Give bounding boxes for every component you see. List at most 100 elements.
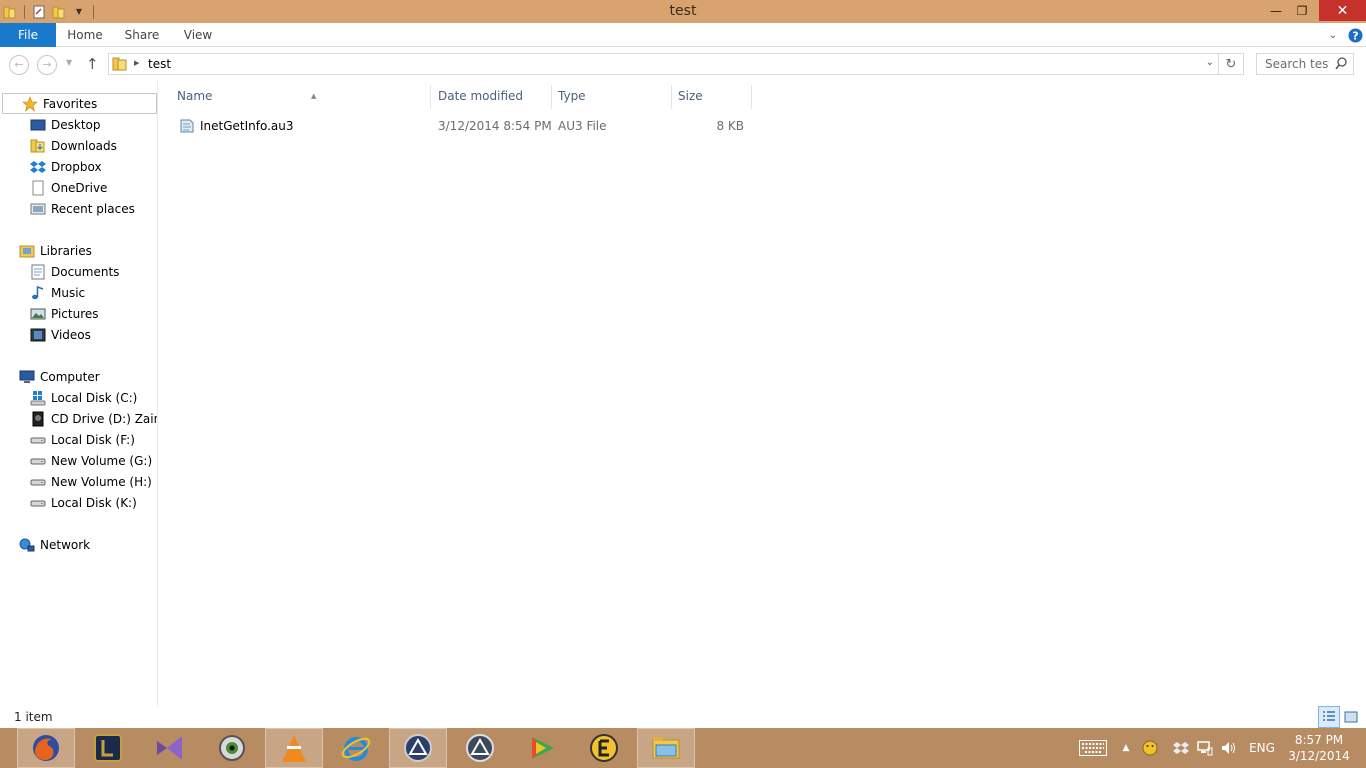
nav-cd-drive-d[interactable]: CD Drive (D:) Zain Bi (0, 408, 157, 429)
large-icons-view-button[interactable] (1340, 706, 1362, 728)
cd-drive-icon (30, 411, 46, 427)
close-button[interactable]: ✕ (1319, 0, 1366, 21)
address-dropdown-chevron-icon[interactable]: ⌄ (1206, 57, 1214, 68)
file-size: 8 KB (716, 119, 744, 133)
taskbar-file-explorer[interactable] (637, 728, 695, 768)
tray-app-button[interactable] (1140, 728, 1160, 768)
nav-dropbox[interactable]: Dropbox (0, 156, 157, 177)
tab-view[interactable]: View (176, 23, 220, 47)
nav-onedrive[interactable]: OneDrive (0, 177, 157, 198)
tab-home[interactable]: Home (60, 23, 110, 47)
taskbar-vlc[interactable] (265, 728, 323, 768)
expand-ribbon-chevron-icon[interactable]: ⌄ (1322, 30, 1344, 41)
nav-local-disk-k[interactable]: Local Disk (K:) (0, 492, 157, 513)
nav-favorites[interactable]: Favorites (2, 93, 157, 114)
breadcrumb-separator-icon[interactable]: ▶ (134, 59, 139, 67)
tab-file[interactable]: File (0, 23, 56, 47)
nav-desktop-label: Desktop (51, 117, 101, 132)
nav-onedrive-label: OneDrive (51, 180, 108, 195)
status-bar: 1 item (0, 706, 1366, 728)
touch-keyboard-button[interactable] (1076, 728, 1110, 768)
column-header-type[interactable]: Type (552, 85, 672, 109)
forward-button[interactable]: → (37, 55, 57, 75)
nav-downloads-label: Downloads (51, 138, 117, 153)
minimize-button[interactable]: — (1263, 0, 1289, 21)
nav-documents[interactable]: Documents (0, 261, 157, 282)
nav-desktop[interactable]: Desktop (0, 114, 157, 135)
taskbar-eye-app[interactable] (203, 728, 261, 768)
column-header-name[interactable]: Name ▲ (171, 85, 431, 109)
address-row: ← → ▼ ↑ ▶ test ⌄ ↻ (0, 47, 1366, 81)
videos-icon (30, 327, 46, 343)
taskbar-visual-studio[interactable] (141, 728, 199, 768)
nav-pictures-label: Pictures (51, 306, 99, 321)
taskbar-app-circle-1[interactable] (389, 728, 447, 768)
window-title: test (669, 3, 697, 19)
star-icon (22, 95, 38, 112)
nav-favorites-label: Favorites (43, 96, 98, 111)
system-drive-icon (30, 390, 46, 406)
taskbar-editor[interactable] (575, 728, 633, 768)
music-icon (30, 285, 46, 301)
nav-network[interactable]: Network (0, 534, 157, 555)
tab-share[interactable]: Share (118, 23, 166, 47)
nav-videos[interactable]: Videos (0, 324, 157, 345)
nav-music[interactable]: Music (0, 282, 157, 303)
computer-icon (19, 369, 35, 385)
dropbox-icon (30, 159, 46, 175)
restore-button[interactable]: ❐ (1289, 0, 1315, 21)
tray-dropbox-button[interactable] (1170, 728, 1192, 768)
nav-new-volume-h[interactable]: New Volume (H:) (0, 471, 157, 492)
tray-volume-button[interactable] (1219, 728, 1239, 768)
nav-pictures[interactable]: Pictures (0, 303, 157, 324)
nav-music-label: Music (51, 285, 86, 300)
media-play-icon (532, 737, 554, 759)
help-icon[interactable]: ? (1344, 28, 1366, 43)
file-type: AU3 File (558, 119, 607, 133)
sort-ascending-icon: ▲ (311, 92, 317, 100)
visual-studio-icon (157, 736, 182, 760)
tray-network-button[interactable] (1195, 728, 1215, 768)
drive-icon (30, 474, 46, 490)
app-triangle-icon (404, 734, 432, 762)
show-hidden-icons-button[interactable]: ▲ (1118, 728, 1134, 768)
nav-local-disk-c[interactable]: Local Disk (C:) (0, 387, 157, 408)
details-view-button[interactable] (1318, 706, 1340, 728)
address-bar[interactable]: ▶ test ⌄ (108, 53, 1219, 75)
nav-cd-drive-d-label: CD Drive (D:) Zain Bi (51, 411, 157, 426)
nav-recent-places[interactable]: Recent places (0, 198, 157, 219)
recent-places-icon (30, 201, 46, 217)
nav-computer[interactable]: Computer (0, 366, 157, 387)
file-explorer-icon (652, 737, 680, 759)
file-row[interactable]: InetGetInfo.au3 3/12/2014 8:54 PM AU3 Fi… (174, 115, 752, 137)
nav-new-volume-g-label: New Volume (G:) (51, 453, 153, 468)
taskbar-firefox[interactable] (17, 728, 75, 768)
refresh-button[interactable]: ↻ (1219, 53, 1244, 75)
taskbar-media-player[interactable] (513, 728, 571, 768)
file-list: Name ▲ Date modified Type Size InetGetIn… (158, 81, 1366, 706)
column-header-size[interactable]: Size (672, 85, 752, 109)
editor-e-icon (590, 734, 618, 762)
taskbar-league-of-legends[interactable] (79, 728, 137, 768)
folder-icon (112, 56, 128, 75)
file-date-modified: 3/12/2014 8:54 PM (438, 119, 552, 133)
clock[interactable]: 8:57 PM 3/12/2014 (1284, 732, 1354, 764)
nav-libraries[interactable]: Libraries (0, 240, 157, 261)
breadcrumb-test[interactable]: test (148, 57, 171, 71)
nav-new-volume-g[interactable]: New Volume (G:) (0, 450, 157, 471)
title-bar: ▼ test — ❐ ✕ (0, 0, 1366, 23)
column-header-date-modified[interactable]: Date modified (432, 85, 552, 109)
nav-downloads[interactable]: Downloads (0, 135, 157, 156)
nav-local-disk-f[interactable]: Local Disk (F:) (0, 429, 157, 450)
taskbar-internet-explorer[interactable] (327, 728, 385, 768)
up-arrow-icon[interactable]: ↑ (86, 55, 99, 73)
back-button[interactable]: ← (9, 55, 29, 75)
search-icon[interactable] (1335, 57, 1347, 73)
drive-icon (30, 453, 46, 469)
taskbar-app-circle-2[interactable] (451, 728, 509, 768)
recent-locations-chevron-icon[interactable]: ▼ (66, 58, 72, 67)
search-box[interactable] (1256, 53, 1354, 75)
search-input[interactable] (1257, 54, 1329, 74)
volume-icon (1222, 742, 1235, 754)
input-language-button[interactable]: ENG (1245, 728, 1279, 768)
